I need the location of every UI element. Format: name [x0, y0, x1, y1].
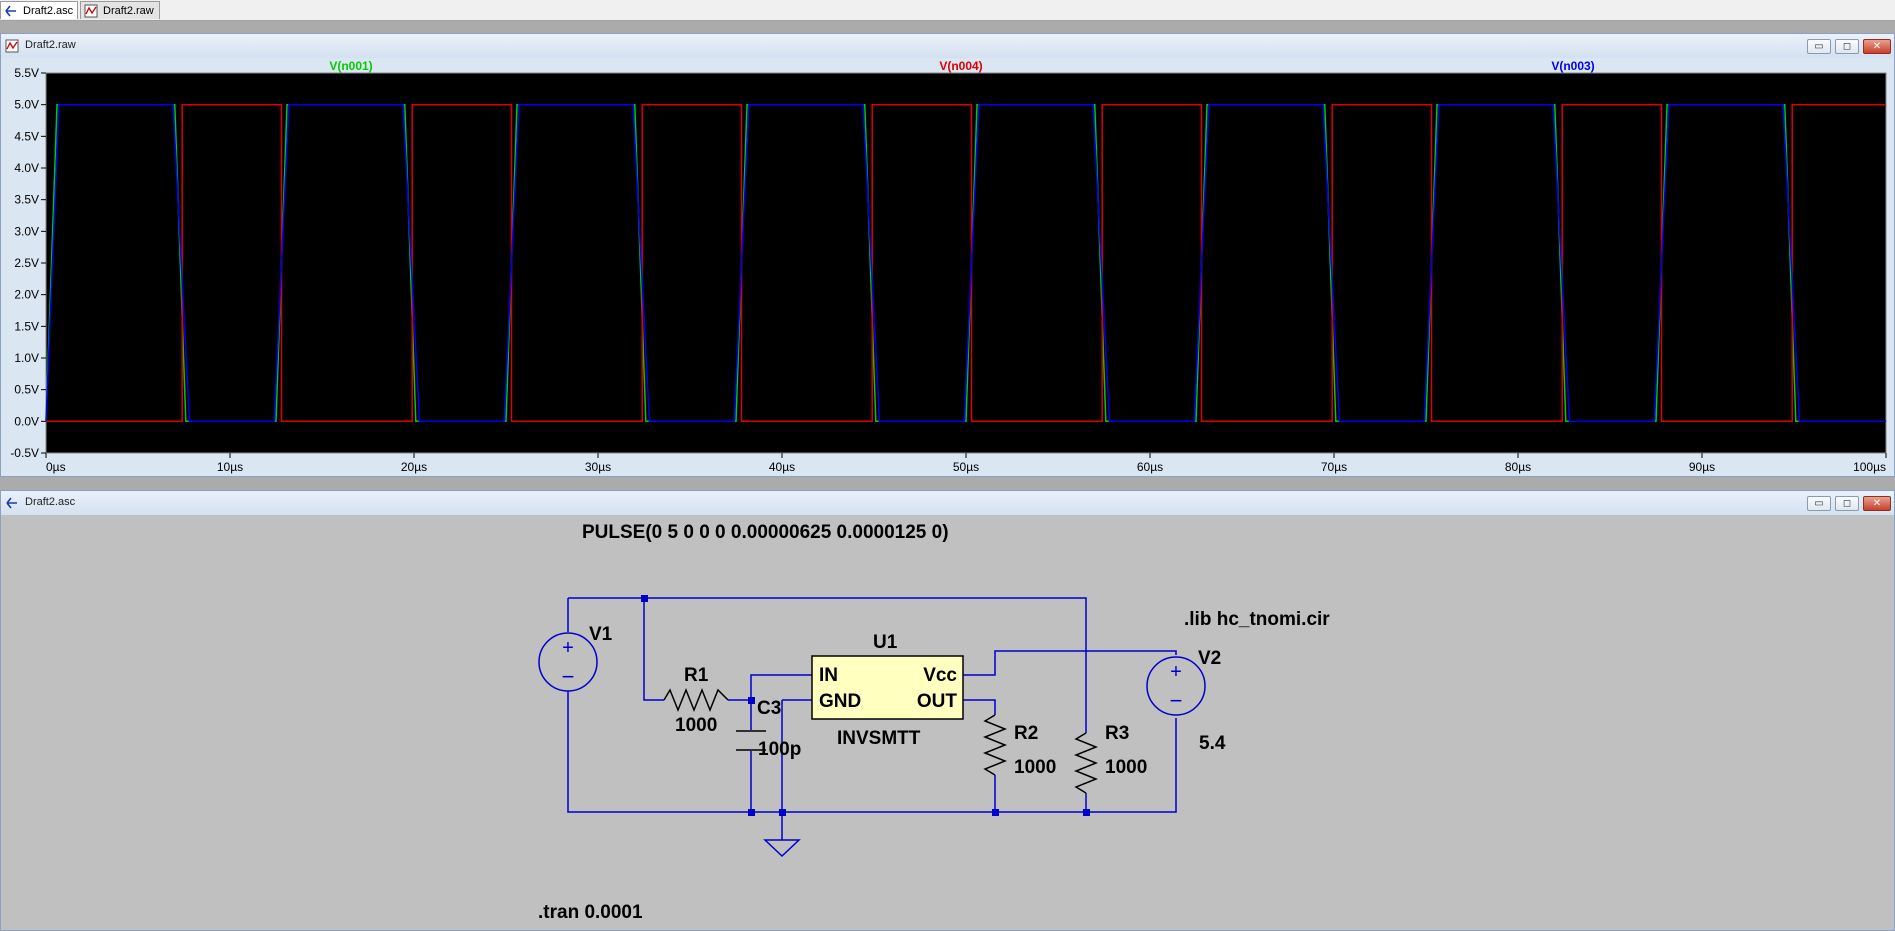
component-label: R1 [684, 665, 709, 686]
legend-label[interactable]: V(n001) [329, 59, 372, 73]
component-label: R3 [1105, 723, 1129, 744]
junction-dot [748, 697, 755, 704]
window-title: Draft2.raw [25, 39, 76, 51]
junction-dot [1083, 809, 1090, 816]
x-tick-label: 100µs [1853, 460, 1886, 474]
waveform-icon [5, 39, 19, 53]
component-value: INVSMTT [837, 728, 921, 749]
y-tick-label: 3.5V [14, 193, 39, 207]
minimize-button[interactable]: ▭ [1807, 39, 1831, 54]
schematic-window-titlebar[interactable]: Draft2.asc ▭ ◻ ✕ [1, 491, 1894, 515]
y-tick-label: 2.0V [14, 288, 39, 302]
component-value: 1000 [1014, 757, 1056, 778]
junction-dot [748, 809, 755, 816]
y-tick-label: 5.5V [14, 66, 39, 80]
waveform-window: Draft2.raw ▭ ◻ ✕ 5.5V 5.0V 4.5V 4.0V 3.5V 3.0… [0, 33, 1895, 477]
legend-label[interactable]: V(n004) [939, 59, 982, 73]
waveform-icon [84, 4, 98, 18]
document-tab-bar: Draft2.asc Draft2.raw [0, 0, 1895, 21]
plus-sign-icon: + [1170, 661, 1182, 683]
schematic-icon [5, 5, 16, 17]
lib-directive[interactable]: .lib hc_tnomi.cir [1184, 609, 1330, 630]
x-tick-label: 90µs [1689, 460, 1715, 474]
y-tick-label: 5.0V [14, 98, 39, 112]
x-tick-label: 80µs [1505, 460, 1531, 474]
tab-draft2-asc[interactable]: Draft2.asc [0, 1, 78, 19]
x-tick-label: 60µs [1137, 460, 1163, 474]
component-label: V1 [589, 624, 613, 645]
component-value: 1000 [1105, 757, 1147, 778]
x-tick-label: 10µs [217, 460, 243, 474]
tab-draft2-raw[interactable]: Draft2.raw [80, 1, 160, 19]
maximize-button[interactable]: ◻ [1835, 39, 1859, 54]
schematic-window: Draft2.asc ▭ ◻ ✕ PULSE(0 5 0 0 0 0.00000… [0, 490, 1895, 931]
pin-label: Vcc [923, 665, 957, 686]
pin-label: OUT [917, 691, 958, 712]
component-label: R2 [1014, 723, 1038, 744]
x-tick-label: 70µs [1321, 460, 1347, 474]
minus-sign-icon: − [1170, 688, 1183, 713]
maximize-button[interactable]: ◻ [1835, 496, 1859, 511]
x-tick-label: 50µs [953, 460, 979, 474]
schematic-icon [6, 497, 17, 509]
component-value: 100p [758, 739, 801, 760]
x-tick-label: 40µs [769, 460, 795, 474]
tran-directive[interactable]: .tran 0.0001 [538, 902, 643, 923]
tab-label: Draft2.raw [103, 5, 154, 17]
close-button[interactable]: ✕ [1863, 496, 1891, 511]
y-tick-label: 1.5V [14, 319, 39, 333]
y-tick-label: 4.0V [14, 161, 39, 175]
pin-label: IN [819, 665, 838, 686]
component-label: V2 [1198, 648, 1221, 669]
pin-label: GND [819, 691, 861, 712]
window-title: Draft2.asc [25, 496, 76, 508]
legend-label[interactable]: V(n003) [1551, 59, 1594, 73]
y-tick-label: 3.0V [14, 224, 39, 238]
y-tick-label: 0.5V [14, 383, 39, 397]
junction-dot [992, 809, 999, 816]
x-tick-label: 0µs [46, 460, 66, 474]
x-tick-label: 20µs [401, 460, 427, 474]
y-tick-label: 2.5V [14, 256, 39, 270]
x-tick-label: 30µs [585, 460, 611, 474]
waveform-window-titlebar[interactable]: Draft2.raw ▭ ◻ ✕ [1, 34, 1894, 58]
plus-sign-icon: + [562, 637, 574, 659]
close-button[interactable]: ✕ [1863, 39, 1891, 54]
pulse-directive[interactable]: PULSE(0 5 0 0 0 0.00000625 0.0000125 0) [582, 522, 949, 543]
component-value: 5.4 [1199, 733, 1226, 754]
y-tick-label: 0.0V [14, 414, 39, 428]
minus-sign-icon: − [562, 664, 575, 689]
component-value: 1000 [675, 715, 717, 736]
schematic-background [1, 515, 1894, 930]
y-tick-label: 4.5V [14, 129, 39, 143]
y-tick-label: -0.5V [10, 446, 39, 460]
junction-dot [779, 809, 786, 816]
component-label: C3 [757, 698, 781, 719]
tab-label: Draft2.asc [23, 5, 74, 17]
y-tick-label: 1.0V [14, 351, 39, 365]
schematic-canvas[interactable]: PULSE(0 5 0 0 0 0.00000625 0.0000125 0) … [1, 515, 1894, 930]
minimize-button[interactable]: ▭ [1807, 496, 1831, 511]
waveform-plot[interactable]: 5.5V 5.0V 4.5V 4.0V 3.5V 3.0V 2.5V 2.0V 1.5V 1.0V… [1, 58, 1894, 476]
junction-dot [641, 595, 648, 602]
component-label: U1 [873, 632, 898, 653]
